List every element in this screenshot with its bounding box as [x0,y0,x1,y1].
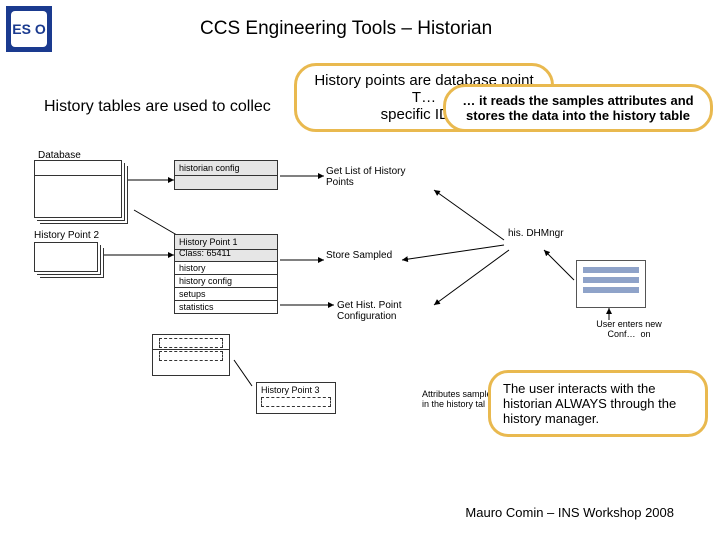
history-table-graphic [576,260,646,308]
history-point-3-box: History Point 3 [256,382,336,414]
hp1-row-history: history [175,261,277,274]
dashed-row-1 [159,338,223,348]
history-point-1-box: History Point 1 Class: 65411 history his… [174,234,278,314]
history-point-3-label: History Point 3 [261,385,320,395]
database-label: Database [38,150,81,161]
eso-logo-text: ES O [11,11,47,47]
eso-logo: ES O [6,6,52,52]
text-store-sampled: Store Sampled [326,250,396,261]
text-user-enters-config: User enters new Conf… on [584,320,674,340]
footer-credit: Mauro Comin – INS Workshop 2008 [465,505,674,520]
hp1-row-setups: setups [175,287,277,300]
sub-dash-box [152,334,230,376]
bar-row [583,267,639,273]
hp1-row-statistics: statistics [175,300,277,313]
bar-row [583,277,639,283]
historian-config-head: historian config [175,161,277,176]
historian-config-box: historian config [174,160,278,190]
hp1-row-history-config: history config [175,274,277,287]
history-point-2-label: History Point 2 [34,230,99,241]
text-get-list: Get List of History Points [326,166,416,188]
database-card [34,160,122,218]
history-point-1-class: Class: 65411 [179,248,231,258]
his-dhmngr-label: his. DHMngr [508,228,564,239]
page-title: CCS Engineering Tools – Historian [200,18,492,40]
history-point-1-title: History Point 1 [179,237,238,247]
callout-user-interacts: The user interacts with the historian AL… [488,370,708,437]
dashed-row-2 [159,351,223,361]
callout-reads-samples: … it reads the samples attributes and st… [443,84,713,132]
bar-row [583,287,639,293]
text-get-config: Get Hist. Point Configuration [337,300,427,322]
intro-text: History tables are used to collec [44,98,271,116]
history-point-2-card [34,242,98,272]
